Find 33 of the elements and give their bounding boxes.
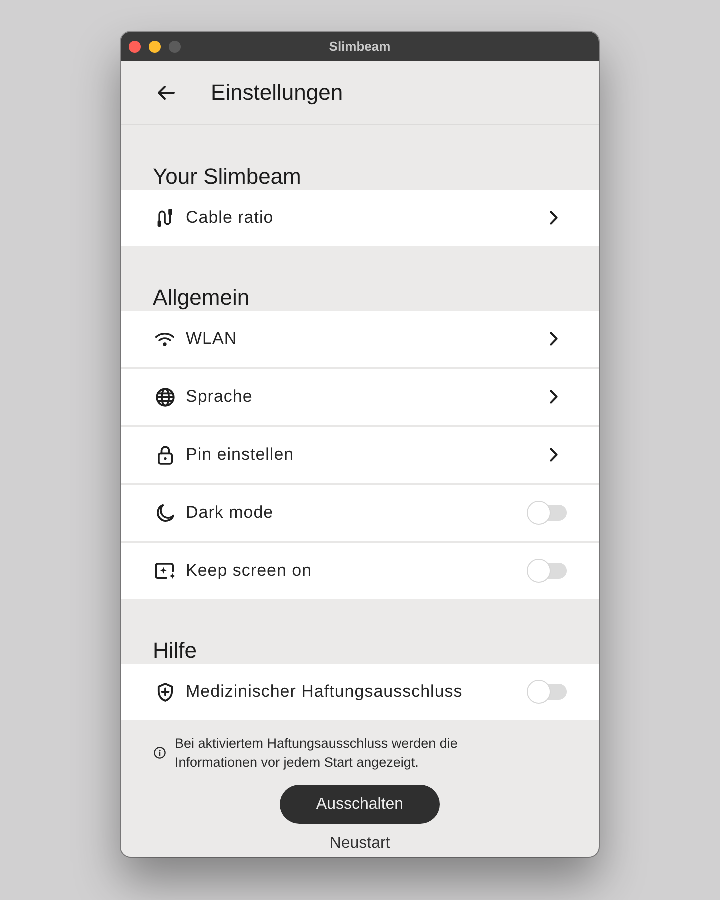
back-arrow-icon[interactable] [157, 84, 175, 100]
chevron-right-icon [550, 332, 558, 346]
padlock-icon [158, 446, 172, 464]
section-heading: Hilfe [153, 637, 198, 664]
window-title: Slimbeam [329, 39, 391, 54]
chevron-right-icon [550, 448, 558, 462]
settings-row[interactable]: Pin einstellen [121, 425, 599, 483]
power-off-button[interactable]: Ausschalten [280, 785, 440, 824]
globe-icon [156, 388, 174, 406]
section-heading: Allgemein [153, 284, 250, 311]
toggle-switch[interactable] [527, 680, 567, 704]
toggle-switch[interactable] [527, 501, 567, 525]
toggle-switch[interactable] [527, 559, 567, 583]
page-title: Einstellungen [211, 80, 344, 106]
shield-plus-icon [156, 682, 174, 702]
close-icon[interactable] [129, 40, 141, 52]
row-label: Keep screen on [186, 561, 312, 581]
section-heading: Your Slimbeam [153, 163, 302, 190]
minimize-icon[interactable] [149, 40, 161, 52]
info-icon [154, 747, 166, 759]
screen-sparkle-icon [154, 562, 176, 580]
chevron-right-icon [550, 211, 558, 225]
settings-row[interactable]: Cable ratio [121, 190, 599, 246]
cable-icon [156, 208, 174, 228]
settings-row[interactable]: Sprache [121, 367, 599, 425]
row-label: Medizinischer Haftungsausschluss [186, 682, 463, 702]
chevron-right-icon [550, 390, 558, 404]
settings-row[interactable]: WLAN [121, 311, 599, 367]
wifi-icon [155, 332, 175, 346]
row-label: Dark mode [186, 503, 274, 523]
restart-link[interactable]: Neustart [330, 835, 390, 853]
info-note: Bei aktiviertem Haftungsausschluss werden die Informationen vor jedem Start angezeigt. [175, 735, 459, 772]
moon-icon [156, 504, 174, 522]
